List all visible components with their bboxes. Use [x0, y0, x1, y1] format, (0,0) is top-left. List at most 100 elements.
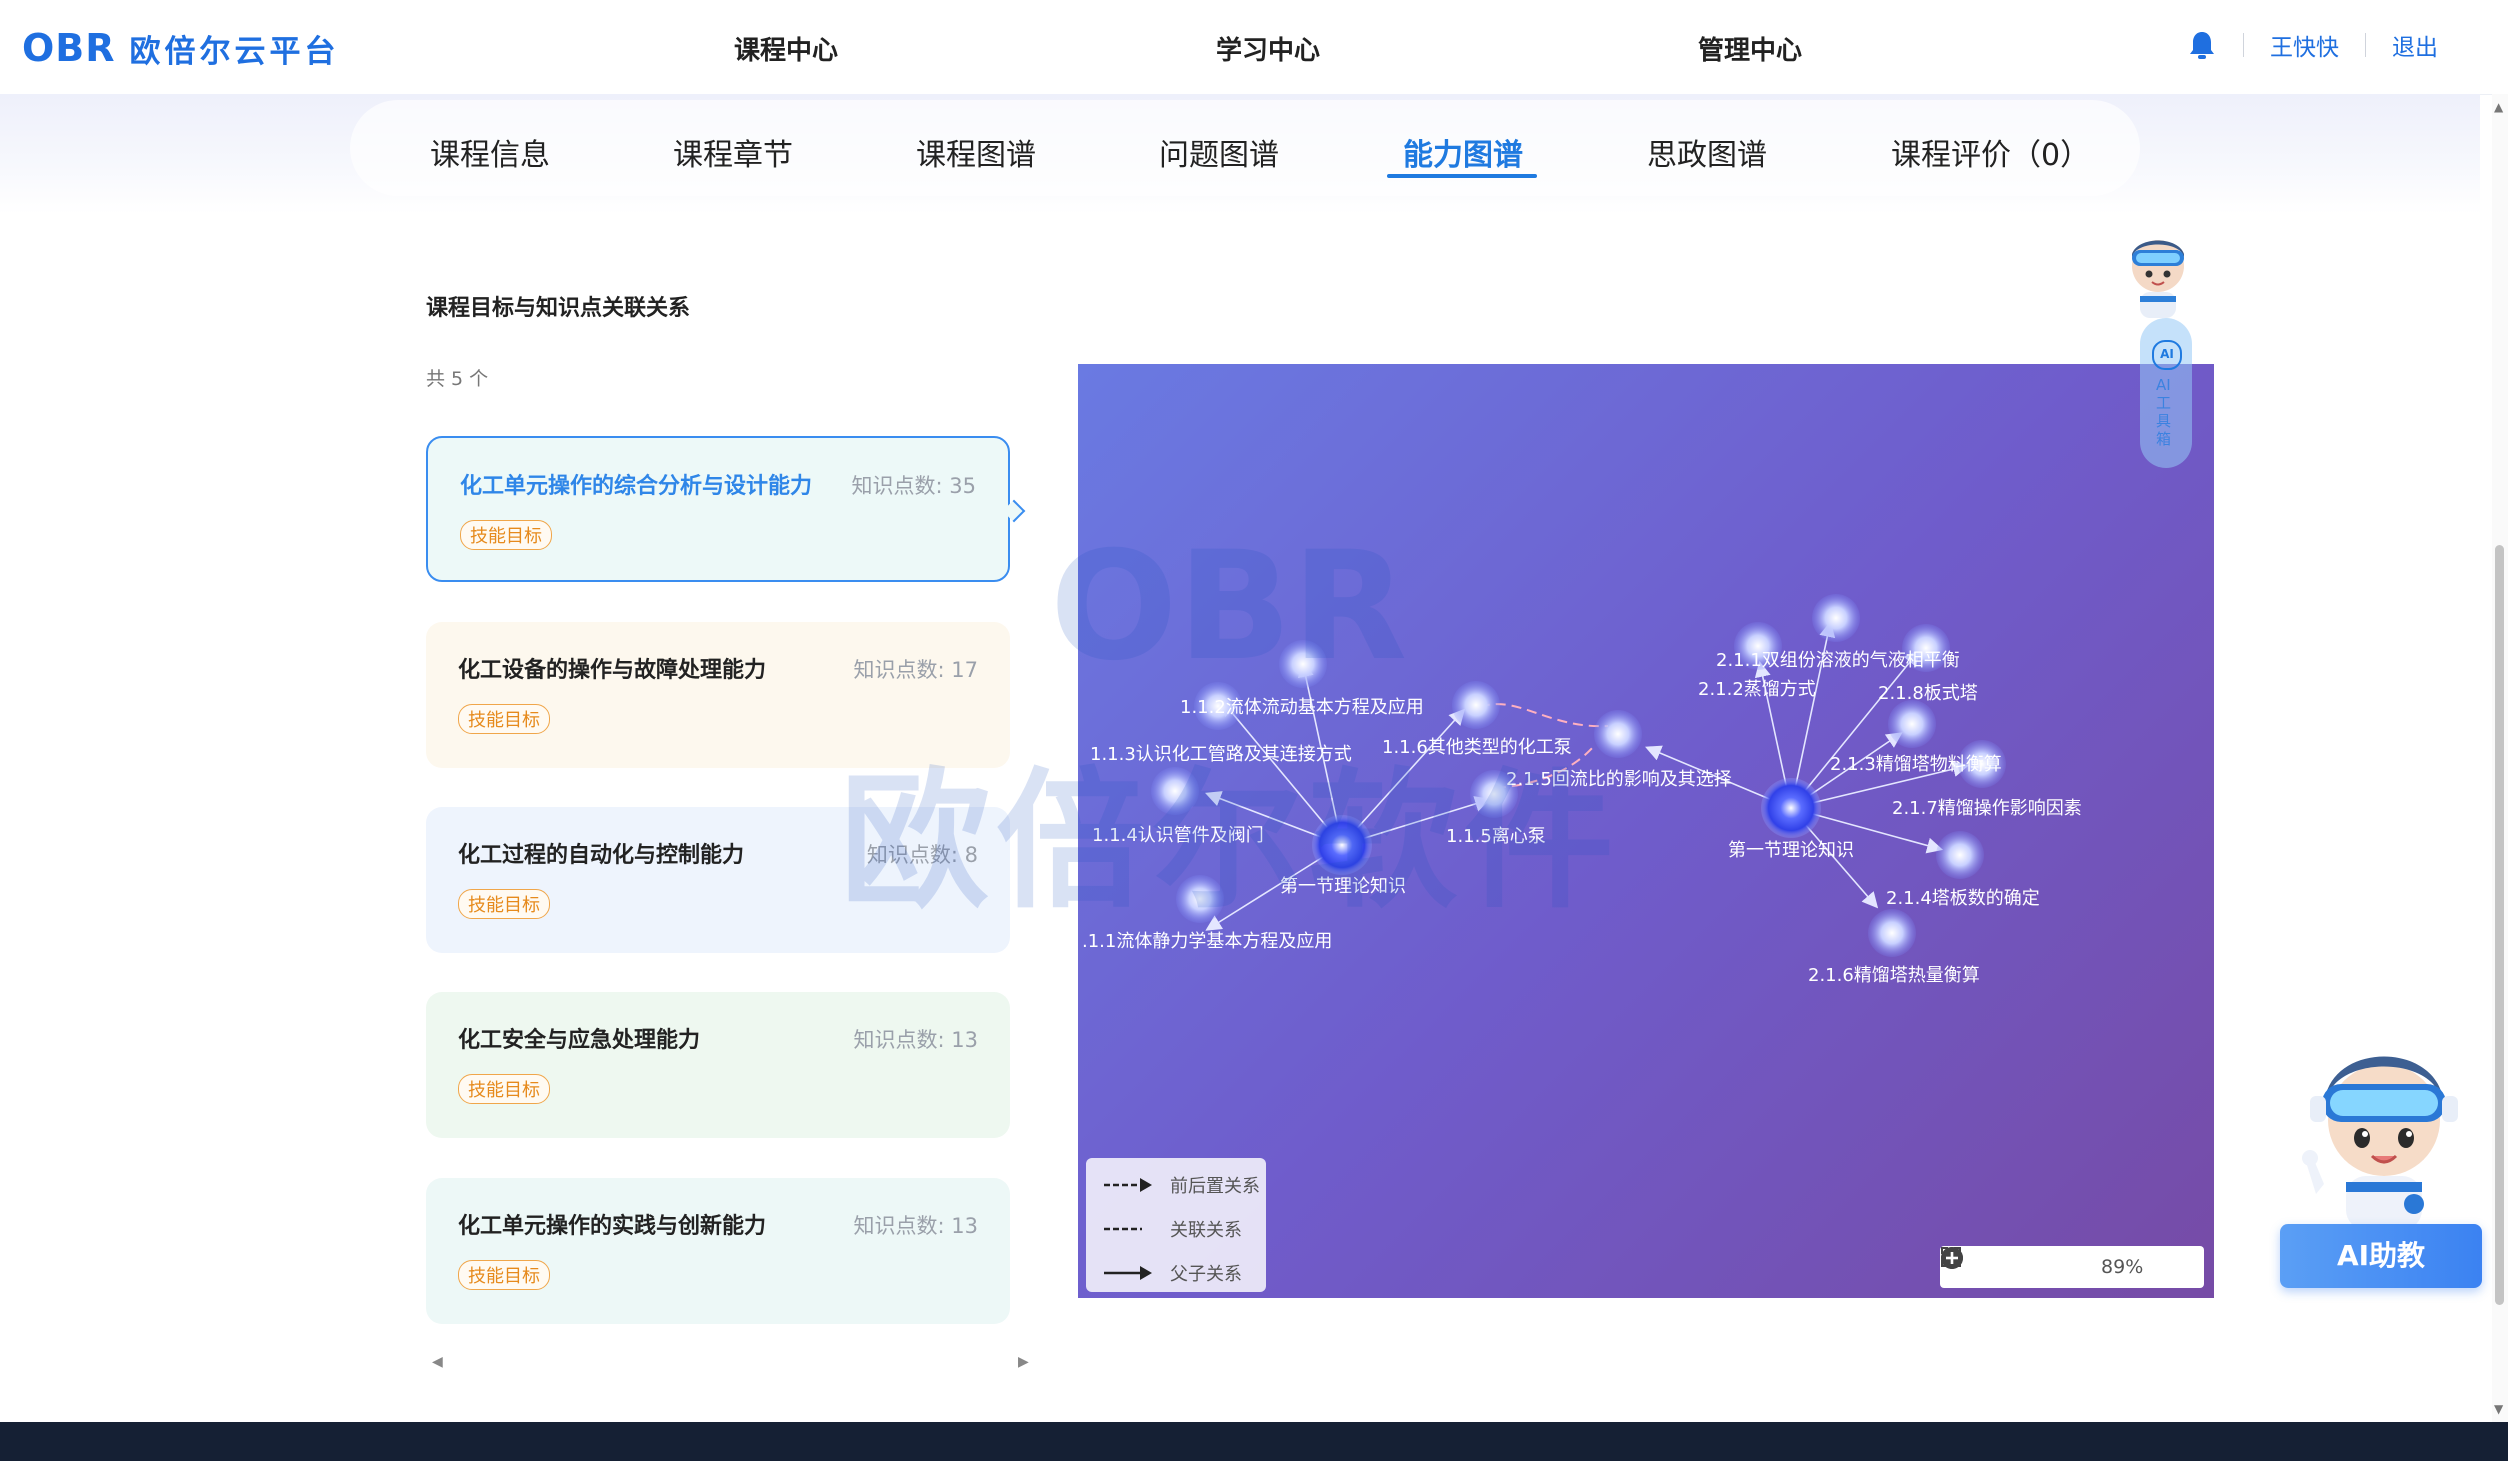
knowledge-count: 知识点数: 17 [853, 658, 978, 682]
legend-label: 父子关系 [1170, 1264, 1242, 1285]
node-label: 1.1.3认识化工管路及其连接方式 [1090, 744, 1352, 765]
ai-assistant-robot-icon[interactable] [2296, 1044, 2472, 1230]
top-header: OBR 欧倍尔云平台 课程中心 学习中心 管理中心 王快快 退出 [0, 0, 2508, 95]
goal-title: 化工设备的操作与故障处理能力 [458, 658, 767, 683]
goal-card[interactable]: 化工单元操作的综合分析与设计能力 知识点数: 35 技能目标 [426, 436, 1010, 582]
graph-node[interactable] [1888, 700, 1936, 748]
tab-course-graph[interactable]: 课程图谱 [916, 130, 1036, 174]
zoom-out-icon[interactable] [1941, 1247, 2071, 1282]
ability-graph-canvas[interactable]: 第一节理论知识 1.1.2流体流动基本方程及应用 1.1.3认识化工管路及其连接… [1078, 364, 2214, 1298]
graph-node[interactable] [1936, 831, 1984, 879]
node-label: 2.1.6精馏塔热量衡算 [1808, 965, 1980, 986]
dashed-arrow-icon [1104, 1178, 1152, 1192]
divider [2243, 33, 2244, 57]
graph-node[interactable] [1151, 767, 1199, 815]
solid-arrow-icon [1104, 1266, 1152, 1280]
skill-badge: 技能目标 [460, 520, 552, 550]
ai-toolbox-strip[interactable]: AI AI工具箱 [2140, 318, 2192, 468]
mini-robot-avatar-icon[interactable] [2118, 232, 2198, 320]
goal-title: 化工单元操作的实践与创新能力 [458, 1214, 767, 1239]
legend-label: 关联关系 [1170, 1220, 1242, 1241]
skill-badge: 技能目标 [458, 704, 550, 734]
knowledge-count: 知识点数: 8 [866, 843, 978, 867]
skill-badge: 技能目标 [458, 1260, 550, 1290]
graph-labels: 第一节理论知识 1.1.2流体流动基本方程及应用 1.1.3认识化工管路及其连接… [1082, 650, 2082, 986]
tab-course-info[interactable]: 课程信息 [430, 130, 550, 174]
node-label: 2.1.7精馏操作影响因素 [1892, 798, 2082, 819]
knowledge-count: 知识点数: 13 [853, 1028, 978, 1052]
graph-node[interactable] [1594, 710, 1642, 758]
node-label: 2.1.8板式塔 [1878, 683, 1978, 704]
bell-icon[interactable] [2187, 29, 2217, 61]
goal-card[interactable]: 化工安全与应急处理能力 知识点数: 13 技能目标 [426, 992, 1010, 1138]
section-title: 课程目标与知识点关联关系 [426, 296, 691, 321]
legend-item: 关联关系 [1102, 1214, 1242, 1244]
skill-badge: 技能目标 [458, 889, 550, 919]
goal-card[interactable]: 化工过程的自动化与控制能力 知识点数: 8 技能目标 [426, 807, 1010, 953]
goal-title: 化工过程的自动化与控制能力 [458, 843, 745, 868]
node-label: .1.1流体静力学基本方程及应用 [1082, 931, 1332, 952]
tab-ideology-graph[interactable]: 思政图谱 [1647, 130, 1767, 174]
scrollbar-thumb[interactable] [2495, 545, 2504, 1305]
node-label: 1.1.2流体流动基本方程及应用 [1180, 697, 1424, 718]
node-label: 2.1.3精馏塔物料衡算 [1830, 754, 2002, 775]
zoom-in-icon[interactable] [1941, 1247, 2204, 1282]
goal-title: 化工安全与应急处理能力 [458, 1028, 701, 1053]
node-label: 2.1.4塔板数的确定 [1886, 888, 2040, 909]
ai-toolbox-label: AI工具箱 [2156, 376, 2172, 448]
graph-node[interactable] [1279, 640, 1327, 688]
scroll-left-arrow-icon[interactable]: ◀ [432, 1354, 443, 1370]
node-label: 第一节理论知识 [1728, 840, 1854, 861]
active-tab-indicator [1387, 174, 1537, 178]
graph-node[interactable] [1452, 681, 1500, 729]
brand-logo[interactable]: OBR 欧倍尔云平台 [22, 26, 340, 70]
logo-text: 欧倍尔云平台 [129, 33, 340, 70]
tab-course-chapters[interactable]: 课程章节 [673, 130, 793, 174]
goal-card[interactable]: 化工设备的操作与故障处理能力 知识点数: 17 技能目标 [426, 622, 1010, 768]
dashed-line-icon [1104, 1227, 1142, 1231]
page-footer [0, 1422, 2508, 1461]
legend-item: 父子关系 [1102, 1258, 1242, 1288]
nav-learning-center[interactable]: 学习中心 [1216, 30, 1320, 67]
graph-legend: 前后置关系 关联关系 父子关系 [1086, 1158, 1266, 1292]
legend-label: 前后置关系 [1170, 1176, 1260, 1197]
tab-bar-background: 课程信息 课程章节 课程图谱 问题图谱 能力图谱 思政图谱 课程评价（0） [0, 94, 2480, 214]
node-label: 1.1.5离心泵 [1446, 826, 1546, 847]
node-label: 1.1.4认识管件及阀门 [1092, 825, 1264, 846]
node-label: 2.1.1双组份溶液的气液相平衡 [1716, 650, 1960, 671]
skill-badge: 技能目标 [458, 1074, 550, 1104]
locate-icon[interactable] [1942, 1248, 2028, 1282]
tab-bar: 课程信息 课程章节 课程图谱 问题图谱 能力图谱 思政图谱 课程评价（0） [350, 100, 2140, 196]
scroll-right-arrow-icon[interactable]: ▶ [1018, 1354, 1029, 1370]
graph-node[interactable] [1761, 778, 1821, 838]
node-label: 2.1.2蒸馏方式 [1698, 679, 1816, 700]
divider [2365, 33, 2366, 57]
graph-node[interactable] [1812, 594, 1860, 642]
goal-count: 共 5 个 [426, 368, 489, 390]
ai-icon: AI [2152, 340, 2182, 370]
nav-management-center[interactable]: 管理中心 [1698, 30, 1802, 67]
graph-node[interactable] [1176, 875, 1224, 923]
node-label: 第一节理论知识 [1280, 876, 1406, 897]
graph-node[interactable] [1868, 909, 1916, 957]
scroll-down-icon[interactable]: ▼ [2494, 1402, 2503, 1416]
goal-card[interactable]: 化工单元操作的实践与创新能力 知识点数: 13 技能目标 [426, 1178, 1010, 1324]
knowledge-count: 知识点数: 35 [851, 474, 976, 498]
knowledge-count: 知识点数: 13 [853, 1214, 978, 1238]
graph-node[interactable] [1312, 815, 1372, 875]
nav-course-center[interactable]: 课程中心 [734, 30, 838, 67]
logo-mark: OBR [22, 26, 116, 70]
tab-ability-graph[interactable]: 能力图谱 [1403, 130, 1523, 174]
tab-question-graph[interactable]: 问题图谱 [1159, 130, 1279, 174]
user-name[interactable]: 王快快 [2270, 28, 2339, 62]
ai-assistant-button[interactable]: AI助教 [2280, 1224, 2482, 1288]
goal-title: 化工单元操作的综合分析与设计能力 [460, 474, 813, 499]
node-label: 1.1.6其他类型的化工泵 [1382, 737, 1572, 758]
zoom-controls: 89% [1940, 1246, 2204, 1288]
logout-button[interactable]: 退出 [2392, 28, 2438, 62]
user-area: 王快快 退出 [2187, 28, 2438, 62]
legend-item: 前后置关系 [1102, 1170, 1260, 1200]
scroll-up-icon[interactable]: ▲ [2494, 100, 2503, 114]
tab-course-evaluation[interactable]: 课程评价（0） [1891, 130, 2090, 174]
node-label: 2.1.5回流比的影响及其选择 [1506, 769, 1732, 790]
